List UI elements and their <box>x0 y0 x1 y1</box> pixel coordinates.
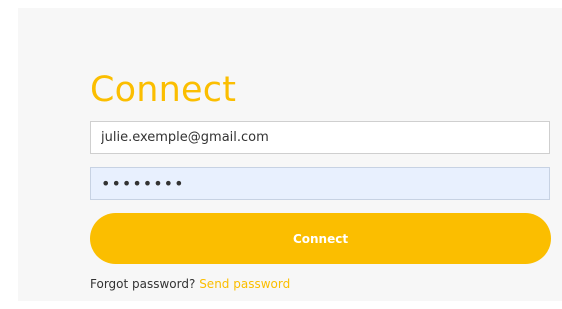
email-field[interactable] <box>90 121 550 154</box>
send-password-link[interactable]: Send password <box>199 277 290 291</box>
password-field[interactable] <box>90 167 550 200</box>
forgot-password-text: Forgot password? <box>90 277 196 291</box>
page-title: Connect <box>90 70 237 110</box>
forgot-password-row: Forgot password? Send password <box>90 277 290 291</box>
connect-button[interactable]: Connect <box>90 213 551 264</box>
